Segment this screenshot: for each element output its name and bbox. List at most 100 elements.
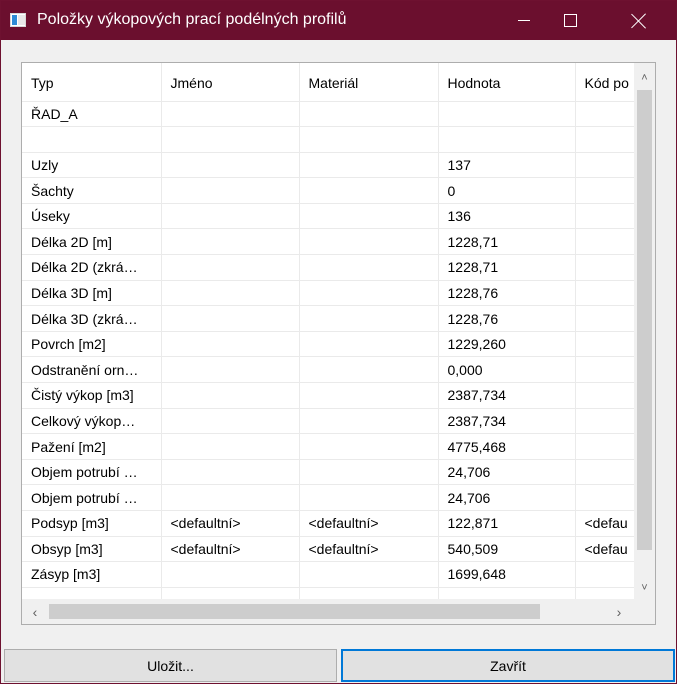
cell-name[interactable] (161, 228, 300, 256)
cell-value[interactable] (438, 101, 576, 128)
cell-type[interactable]: ŘAD_A (22, 101, 162, 128)
column-header-name[interactable]: Jméno (161, 63, 300, 102)
cell-name[interactable] (161, 382, 300, 409)
cell-code[interactable]: <defau (575, 536, 634, 563)
cell-type[interactable]: Délka 3D (zkrá… (22, 305, 162, 332)
minimize-button[interactable] (501, 1, 547, 40)
scroll-down-icon[interactable]: ˅ (634, 577, 655, 599)
cell-name[interactable] (161, 305, 300, 332)
cell-value[interactable] (438, 587, 576, 599)
table-row[interactable]: Obsyp [m3] <defaultní> <defaultní> 540,509 <… (22, 536, 634, 563)
cell-value[interactable]: 0,000 (438, 356, 576, 384)
cell-value[interactable]: 122,871 (438, 510, 576, 537)
cell-type[interactable]: Odstranění orn… (22, 356, 162, 384)
cell-value[interactable]: 4775,468 (438, 433, 576, 460)
cell-name[interactable] (161, 280, 300, 307)
table-row[interactable]: Úseky 136 (22, 203, 634, 230)
cell-value[interactable]: 2387,734 (438, 408, 576, 435)
table-row[interactable]: Podsyp [m3] <defaultní> <defaultní> 122,871… (22, 510, 634, 537)
cell-material[interactable] (299, 356, 439, 384)
cell-material[interactable] (299, 280, 439, 307)
cell-type[interactable]: Šachty (22, 177, 162, 204)
cell-type[interactable]: Celkový výkop… (22, 408, 162, 435)
cell-code[interactable] (575, 280, 634, 307)
cell-code[interactable] (575, 459, 634, 486)
cell-type[interactable]: Objem potrubí … (22, 484, 162, 511)
title-bar[interactable]: Položky výkopových prací podélných profi… (1, 1, 676, 40)
cell-value[interactable]: 540,509 (438, 536, 576, 563)
table-row[interactable] (22, 587, 634, 599)
cell-code[interactable]: <defau (575, 510, 634, 537)
cell-code[interactable] (575, 331, 634, 358)
cell-material[interactable] (299, 152, 439, 179)
cell-code[interactable] (575, 561, 634, 588)
cell-name[interactable] (161, 254, 300, 281)
cell-value[interactable]: 0 (438, 177, 576, 204)
cell-name[interactable] (161, 433, 300, 460)
cell-name[interactable] (161, 331, 300, 358)
cell-code[interactable] (575, 382, 634, 409)
vertical-scroll-thumb[interactable] (637, 90, 652, 550)
horizontal-scroll-thumb[interactable] (49, 604, 540, 619)
cell-material[interactable] (299, 587, 439, 599)
cell-code[interactable] (575, 126, 634, 153)
column-header-type[interactable]: Typ (22, 63, 162, 102)
cell-code[interactable] (575, 433, 634, 460)
scroll-left-icon[interactable]: ‹ (24, 599, 46, 624)
cell-material[interactable] (299, 331, 439, 358)
maximize-button[interactable] (547, 1, 593, 40)
cell-material[interactable] (299, 484, 439, 511)
cell-type[interactable]: Délka 2D (zkrá… (22, 254, 162, 281)
column-header-code[interactable]: Kód po (575, 63, 634, 102)
table-row[interactable]: ŘAD_A (22, 101, 634, 128)
cell-value[interactable]: 24,706 (438, 459, 576, 486)
table-row[interactable]: Objem potrubí … 24,706 (22, 484, 634, 511)
cell-material[interactable] (299, 433, 439, 460)
cell-material[interactable] (299, 177, 439, 204)
column-header-value[interactable]: Hodnota (438, 63, 576, 102)
cell-type[interactable]: Obsyp [m3] (22, 536, 162, 563)
cell-name[interactable] (161, 101, 300, 128)
cell-code[interactable] (575, 152, 634, 179)
cell-name[interactable]: <defaultní> (161, 536, 300, 563)
cell-name[interactable] (161, 561, 300, 588)
table-row[interactable]: Uzly 137 (22, 152, 634, 179)
cell-material[interactable]: <defaultní> (299, 510, 439, 537)
cell-code[interactable] (575, 408, 634, 435)
cell-type[interactable]: Uzly (22, 152, 162, 179)
cell-material[interactable]: <defaultní> (299, 536, 439, 563)
column-header-material[interactable]: Materiál (299, 63, 439, 102)
cell-value[interactable]: 1228,71 (438, 254, 576, 281)
cell-code[interactable] (575, 587, 634, 599)
cell-code[interactable] (575, 228, 634, 256)
cell-value[interactable]: 1228,71 (438, 228, 576, 256)
cell-name[interactable] (161, 356, 300, 384)
cell-material[interactable] (299, 228, 439, 256)
table-row[interactable]: Délka 3D [m] 1228,76 (22, 280, 634, 307)
close-button[interactable]: Zavřít (341, 649, 675, 682)
cell-code[interactable] (575, 203, 634, 230)
cell-code[interactable] (575, 101, 634, 128)
cell-code[interactable] (575, 305, 634, 332)
cell-material[interactable] (299, 126, 439, 153)
table-row[interactable]: Délka 2D (zkrá… 1228,71 (22, 254, 634, 281)
cell-name[interactable] (161, 587, 300, 599)
table-row[interactable]: Celkový výkop… 2387,734 (22, 408, 634, 435)
cell-name[interactable] (161, 484, 300, 511)
cell-name[interactable] (161, 126, 300, 153)
cell-material[interactable] (299, 203, 439, 230)
cell-value[interactable]: 24,706 (438, 484, 576, 511)
cell-value[interactable]: 137 (438, 152, 576, 179)
items-grid[interactable]: Typ Jméno Materiál Hodnota Kód po ŘAD_A U… (21, 62, 656, 625)
cell-material[interactable] (299, 382, 439, 409)
table-row[interactable]: Odstranění orn… 0,000 (22, 356, 634, 384)
table-row[interactable] (22, 126, 634, 153)
vertical-scrollbar[interactable]: ˄ ˅ (634, 63, 655, 599)
scroll-right-icon[interactable]: › (608, 599, 630, 624)
table-row[interactable]: Šachty 0 (22, 177, 634, 204)
cell-material[interactable] (299, 561, 439, 588)
cell-type[interactable] (22, 126, 162, 153)
cell-material[interactable] (299, 101, 439, 128)
table-row[interactable]: Délka 2D [m] 1228,71 (22, 228, 634, 256)
cell-material[interactable] (299, 459, 439, 486)
